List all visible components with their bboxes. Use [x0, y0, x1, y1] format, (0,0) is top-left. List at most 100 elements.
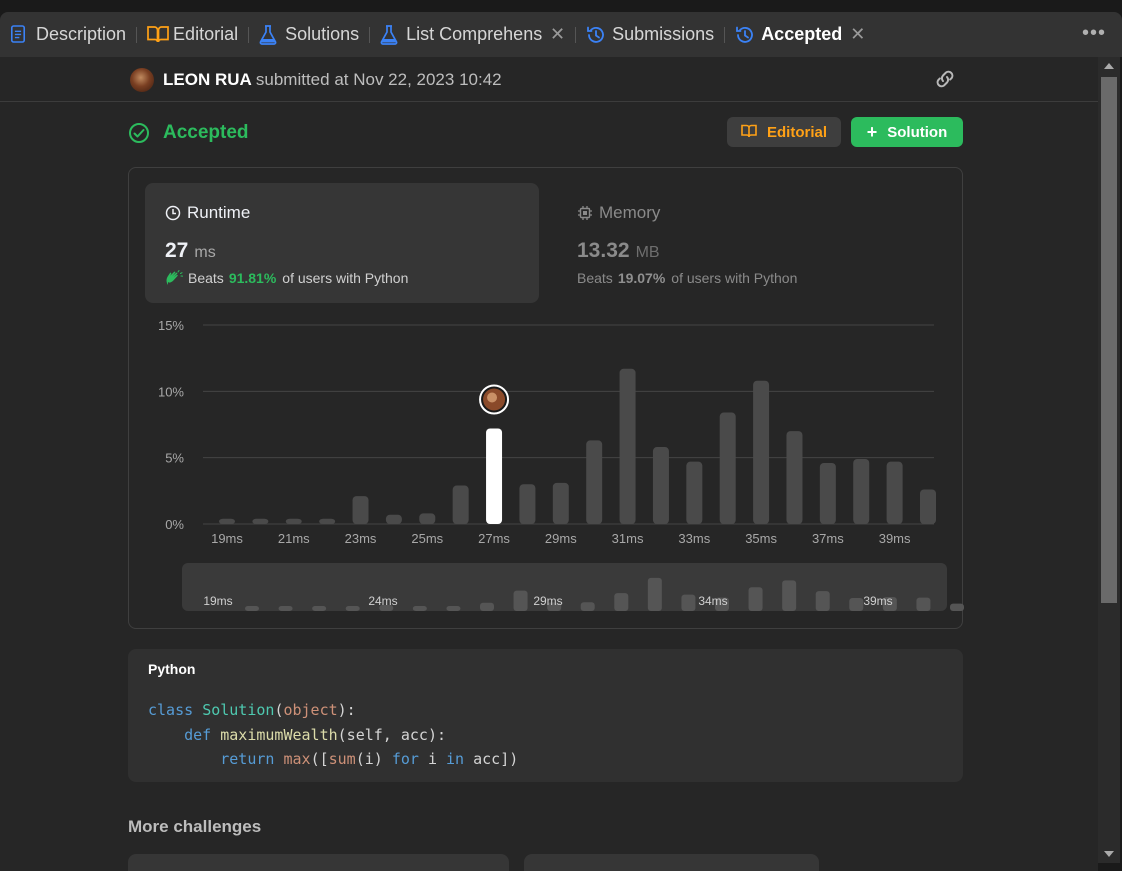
description-icon [10, 24, 28, 45]
bar[interactable] [452, 485, 469, 524]
bar[interactable] [285, 518, 302, 524]
bar[interactable] [619, 368, 636, 524]
overview-bar [782, 580, 797, 611]
bar[interactable] [753, 380, 770, 524]
bar[interactable] [385, 514, 402, 524]
code-token: maximumWealth [220, 725, 338, 744]
code-token: sum [328, 750, 356, 768]
avatar[interactable] [130, 68, 154, 92]
flask-icon [259, 24, 277, 45]
y-tick-label: 10% [158, 384, 184, 399]
overview-label: 34ms [698, 594, 727, 608]
bar[interactable] [319, 518, 336, 524]
code-token: def [184, 725, 221, 744]
tab-submissions[interactable]: Submissions [576, 12, 724, 57]
username[interactable]: LEON RUA [163, 70, 251, 89]
scrollbar-thumb[interactable] [1101, 77, 1117, 603]
bar[interactable] [252, 518, 269, 524]
vertical-scrollbar[interactable] [1098, 57, 1120, 863]
submitter-info: LEON RUA submitted at Nov 22, 2023 10:42 [163, 70, 502, 90]
scroll-up-icon[interactable] [1104, 63, 1114, 69]
overview-label: 24ms [368, 594, 397, 608]
tab-label: List Comprehension [406, 24, 543, 44]
tab-solutions[interactable]: Solutions [249, 12, 369, 57]
copy-link-icon[interactable] [932, 69, 958, 89]
submitted-at-text: submitted at Nov 22, 2023 10:42 [255, 70, 502, 89]
bar[interactable] [819, 462, 836, 524]
runtime-distribution-chart[interactable]: 15% 10% 5% 0% 19ms 21ms 23ms 25ms 27ms 29ms 31ms 33… [129, 168, 964, 630]
tab-accepted[interactable]: Accepted ✕ [725, 12, 875, 57]
bar[interactable] [419, 513, 436, 524]
code-token: ): [337, 701, 356, 719]
close-icon[interactable]: ✕ [550, 24, 565, 45]
overview-label: 39ms [863, 594, 892, 608]
plus-icon: + [866, 121, 878, 142]
bar[interactable] [719, 412, 736, 524]
book-icon [147, 25, 169, 45]
more-options-icon[interactable]: ••• [1082, 22, 1106, 45]
tab-label: Description [36, 24, 127, 44]
bar[interactable] [486, 428, 503, 524]
bar[interactable] [652, 447, 669, 524]
editorial-button[interactable]: Editorial [727, 117, 841, 147]
range-selector[interactable] [182, 563, 947, 611]
bar[interactable] [219, 518, 235, 524]
tab-label: Solutions [285, 24, 360, 44]
performance-card: Runtime 27 ms Beats 91.81% of users with … [128, 167, 964, 630]
code-token: ([ [310, 750, 329, 768]
x-tick-label: 23ms [345, 531, 377, 546]
code-line: return max([sum(i) for i in acc]) [148, 747, 518, 772]
history-icon [586, 25, 605, 45]
overview-bar [245, 606, 259, 611]
submission-detail-panel: LEON RUA submitted at Nov 22, 2023 10:42… [0, 57, 1098, 871]
y-tick-label: 15% [158, 318, 184, 333]
bar[interactable] [352, 496, 369, 524]
tab-bar: Description Editorial Solutions List Compre… [0, 12, 1122, 57]
x-tick-label: 25ms [411, 531, 443, 546]
code-token: i [427, 750, 447, 768]
bar[interactable] [886, 461, 903, 524]
post-solution-button[interactable]: + Solution [851, 117, 963, 147]
x-tick-label: 39ms [879, 531, 911, 546]
overview-bar [647, 577, 662, 611]
code-token: class [148, 701, 203, 719]
tab-label: Editorial [173, 24, 239, 44]
code-token: Solution [202, 701, 275, 719]
bar[interactable] [586, 440, 603, 524]
code-line: class Solution(object): [148, 698, 518, 723]
code-token: return [220, 750, 284, 768]
code-token: object [283, 701, 338, 719]
bar[interactable] [686, 461, 703, 524]
challenge-card[interactable] [524, 854, 819, 871]
tab-editorial[interactable]: Editorial [137, 12, 248, 57]
overview-bar [412, 606, 427, 611]
x-tick-label: 35ms [745, 531, 777, 546]
tab-description[interactable]: Description [0, 12, 136, 57]
overview-bar [580, 602, 595, 611]
tab-list-comprehension[interactable]: List Comprehension ✕ [370, 12, 575, 57]
overview-bar [681, 594, 696, 611]
code-token: for [391, 750, 428, 768]
bar[interactable] [920, 489, 936, 524]
status-label: Accepted [163, 122, 249, 143]
overview-bar [614, 593, 629, 611]
overview-bar [916, 597, 931, 611]
close-icon[interactable]: ✕ [850, 24, 865, 45]
x-tick-label: 31ms [612, 531, 644, 546]
history-icon [735, 25, 754, 45]
challenge-card[interactable] [128, 854, 509, 871]
bar[interactable] [853, 458, 870, 524]
x-tick-label: 37ms [812, 531, 844, 546]
bar[interactable] [786, 431, 803, 524]
overview-bar [748, 587, 763, 611]
overview-bar [312, 606, 327, 611]
overview-label: 29ms [533, 594, 562, 608]
solution-button-label: Solution [887, 123, 948, 141]
bar[interactable] [519, 484, 536, 524]
scroll-down-icon[interactable] [1104, 851, 1114, 857]
code-block[interactable]: class Solution(object): def maximumWealt… [148, 698, 518, 772]
editorial-button-label: Editorial [766, 123, 827, 141]
book-icon [741, 122, 757, 143]
bar[interactable] [552, 482, 569, 524]
